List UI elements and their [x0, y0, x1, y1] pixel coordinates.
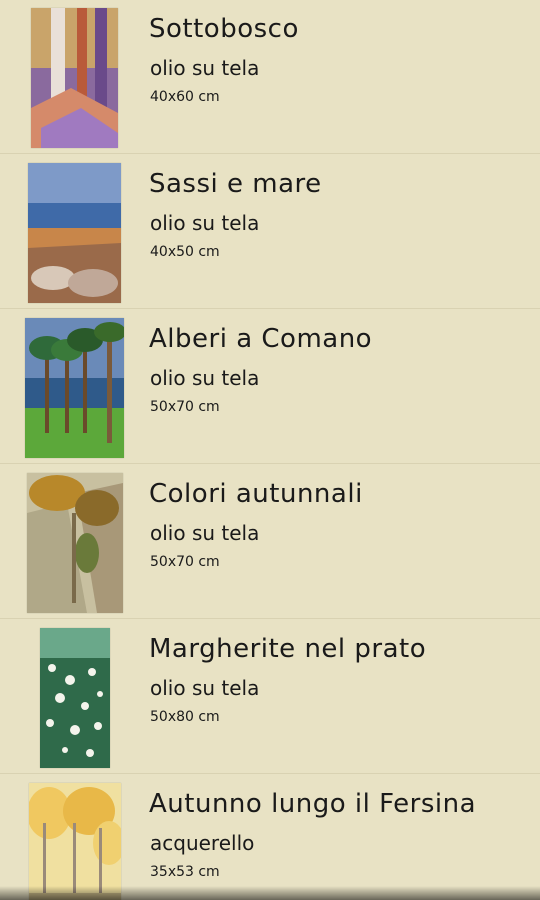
- painting-size: 40x60 cm: [150, 89, 220, 105]
- painting-thumbnail: [31, 8, 118, 148]
- painting-title: Alberi a Comano: [149, 324, 373, 354]
- painting-medium: olio su tela: [150, 56, 260, 80]
- painting-medium: olio su tela: [150, 211, 260, 235]
- painting-size: 50x70 cm: [150, 554, 220, 570]
- painting-thumbnail: [27, 473, 123, 613]
- painting-list: Sottobosco olio su tela 40x60 cm Sassi e…: [0, 0, 540, 900]
- list-item[interactable]: Alberi a Comano olio su tela 50x70 cm: [0, 310, 540, 464]
- painting-medium: olio su tela: [150, 676, 260, 700]
- painting-title: Sottobosco: [149, 14, 299, 44]
- painting-title: Sassi e mare: [149, 169, 322, 199]
- painting-title: Autunno lungo il Fersina: [149, 789, 477, 819]
- painting-thumbnail: [25, 318, 124, 458]
- list-item[interactable]: Colori autunnali olio su tela 50x70 cm: [0, 465, 540, 619]
- painting-size: 50x80 cm: [150, 709, 220, 725]
- painting-thumbnail: [29, 783, 121, 900]
- list-item[interactable]: Sassi e mare olio su tela 40x50 cm: [0, 155, 540, 309]
- painting-thumbnail: [28, 163, 121, 303]
- painting-size: 40x50 cm: [150, 244, 220, 260]
- bottom-scroll-shadow: [0, 886, 540, 900]
- painting-size: 35x53 cm: [150, 864, 220, 880]
- painting-medium: olio su tela: [150, 366, 260, 390]
- painting-medium: olio su tela: [150, 521, 260, 545]
- painting-thumbnail: [40, 628, 110, 768]
- list-item[interactable]: Sottobosco olio su tela 40x60 cm: [0, 0, 540, 154]
- painting-title: Colori autunnali: [149, 479, 363, 509]
- painting-medium: acquerello: [150, 831, 255, 855]
- list-item[interactable]: Margherite nel prato olio su tela 50x80 …: [0, 620, 540, 774]
- painting-title: Margherite nel prato: [149, 634, 427, 664]
- list-item[interactable]: Autunno lungo il Fersina acquerello 35x5…: [0, 775, 540, 900]
- painting-size: 50x70 cm: [150, 399, 220, 415]
